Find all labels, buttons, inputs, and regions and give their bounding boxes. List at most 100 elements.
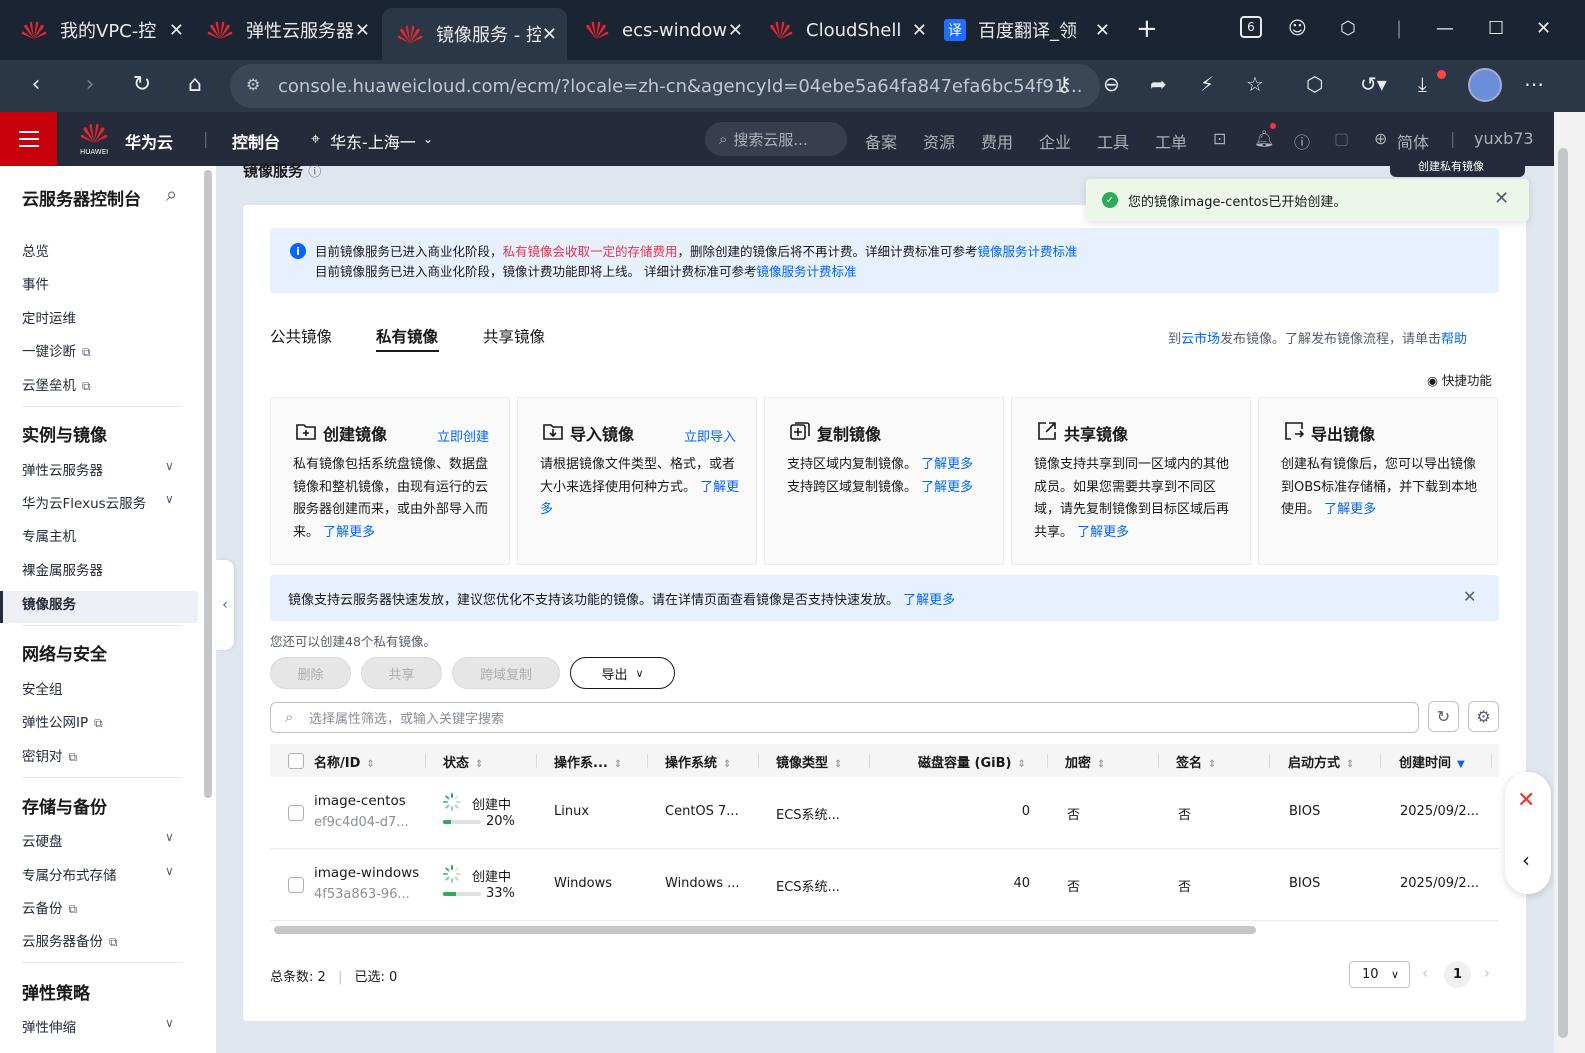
column-header[interactable]: 加密 ⇕ (1065, 752, 1105, 771)
tab-private-images[interactable]: 私有镜像 (376, 325, 438, 347)
sidebar-item-dss[interactable]: 专属分布式存储 (22, 864, 117, 884)
page-number-current[interactable]: 1 (1444, 961, 1471, 988)
history-icon[interactable]: ↺▾ (1360, 72, 1387, 96)
sidebar-item-dedicated-host[interactable]: 专属主机 (22, 525, 76, 545)
close-tab-icon[interactable]: ✕ (728, 20, 743, 41)
learn-more-link[interactable]: 了解更多 (921, 480, 973, 495)
global-search[interactable]: ⌕ 搜索云服... (705, 122, 847, 156)
site-info-icon[interactable]: ⚙ (246, 75, 260, 94)
more-menu-icon[interactable]: ⋯ (1524, 72, 1546, 96)
quick-functions-toggle[interactable]: ◉ 快捷功能 (1427, 370, 1492, 389)
download-icon[interactable]: ⤓ (1418, 72, 1427, 96)
sidebar-item-evs[interactable]: 云硬盘 (22, 830, 63, 850)
sort-icon[interactable]: ⇕ (1097, 759, 1105, 770)
menu-icon[interactable] (0, 112, 57, 166)
close-tab-icon[interactable]: ✕ (912, 20, 927, 41)
nav-item[interactable]: 工具 (1097, 129, 1129, 153)
sidebar-item-flexus[interactable]: 华为云Flexus云服务 (22, 492, 146, 512)
back-icon[interactable]: ‹ (22, 72, 50, 97)
sort-desc-icon[interactable]: ▼ (1457, 759, 1465, 770)
incognito-icon[interactable]: ☺ (1288, 18, 1307, 39)
sidebar-scrollbar[interactable] (204, 170, 212, 798)
brand-name[interactable]: 华为云 (125, 129, 173, 153)
sort-icon[interactable]: ⇕ (366, 759, 374, 770)
sort-icon[interactable]: ⇕ (1017, 759, 1025, 770)
bookmark-star-icon[interactable]: ☆ (1246, 72, 1264, 96)
sidebar-item-bastion[interactable]: 云堡垒机 ⧉ (22, 374, 91, 394)
table-settings-button[interactable]: ⚙ (1468, 701, 1499, 732)
user-menu[interactable]: yuxb73 (1474, 129, 1534, 148)
maximize-icon[interactable]: ☐ (1488, 18, 1504, 39)
extensions-icon[interactable]: ⬡ (1306, 72, 1323, 96)
browser-tab[interactable]: 我的VPC-控 ✕ (6, 8, 194, 52)
close-tab-icon[interactable]: ✕ (542, 24, 557, 45)
close-window-icon[interactable]: ✕ (1536, 18, 1551, 39)
sidebar-item-keypair[interactable]: 密钥对 ⧉ (22, 745, 77, 765)
feedback-icon[interactable]: ▢ (1334, 129, 1349, 148)
sidebar-item-diagnosis[interactable]: 一键诊断 ⧉ (22, 340, 91, 360)
create-private-image-button[interactable]: 创建私有镜像 (1390, 160, 1525, 177)
column-header[interactable]: 名称/ID ⇕ (314, 752, 375, 771)
nav-item[interactable]: 工单 (1155, 129, 1187, 153)
browser-tab-active[interactable]: 镜像服务 - 控 ✕ (382, 8, 567, 60)
column-header[interactable]: 创建时间 ▼ (1399, 752, 1465, 771)
export-button[interactable]: 导出 ∨ (570, 657, 675, 689)
nav-item[interactable]: 费用 (981, 129, 1013, 153)
browser-tab[interactable]: 弹性云服务器 ✕ (192, 8, 380, 52)
sort-icon[interactable]: ⇕ (1346, 759, 1354, 770)
sort-icon[interactable]: ⇕ (475, 759, 483, 770)
browser-tab[interactable]: ecs-window ✕ (568, 8, 753, 52)
search-icon[interactable]: ⌕ (166, 182, 177, 206)
import-now-link[interactable]: 立即导入 (684, 426, 736, 445)
assistant-icon[interactable]: ✕ (1517, 788, 1535, 813)
bell-icon[interactable]: 🔔︎ (1254, 129, 1274, 148)
extension-pin-icon[interactable]: ⬡ (1340, 18, 1356, 39)
share-button[interactable]: 共享 (361, 657, 442, 689)
prev-page-icon[interactable]: ‹ (1422, 964, 1428, 982)
zoom-icon[interactable]: ⊖ (1103, 72, 1120, 96)
url-field[interactable]: ⚙ console.huaweicloud.com/ecm/?locale=zh… (230, 64, 1100, 108)
column-header[interactable]: 启动方式 ⇕ (1288, 752, 1354, 771)
terminal-icon[interactable]: ⊡ (1213, 129, 1226, 148)
password-key-icon[interactable]: ⚷ (1057, 72, 1072, 96)
chevron-down-icon[interactable]: ∨ (165, 864, 174, 878)
sort-icon[interactable]: ⇕ (614, 759, 622, 770)
column-header[interactable]: 状态 ⇕ (443, 752, 483, 771)
learn-more-link[interactable]: 了解更多 (903, 593, 955, 608)
sidebar-item-events[interactable]: 事件 (22, 273, 49, 293)
row-checkbox[interactable] (288, 877, 304, 893)
language-selector[interactable]: 简体 (1397, 129, 1429, 153)
learn-more-link[interactable]: 了解更多 (1077, 525, 1129, 540)
collapse-sidebar-icon[interactable]: ‹ (216, 560, 234, 650)
sidebar-item-autoscaling[interactable]: 弹性伸缩 (22, 1016, 76, 1036)
share-icon[interactable]: ➦ (1150, 72, 1167, 96)
sidebar-item-security-group[interactable]: 安全组 (22, 678, 63, 698)
page-size-select[interactable]: 10 ∨ (1349, 961, 1410, 988)
learn-more-link[interactable]: 了解更多 (323, 525, 375, 540)
home-icon[interactable]: ⌂ (181, 72, 209, 97)
page-scrollbar-thumb[interactable] (1558, 148, 1568, 1038)
console-link[interactable]: 控制台 (232, 129, 280, 153)
help-link[interactable]: 帮助 (1441, 332, 1467, 347)
sidebar-item-image-service[interactable]: 镜像服务 (22, 593, 76, 613)
nav-item[interactable]: 资源 (923, 129, 955, 153)
region-selector[interactable]: 华东-上海一 (330, 129, 416, 153)
table-row[interactable]: image-windows 4f53a863-96... 创建中 33% Win… (270, 849, 1499, 921)
image-name-link[interactable]: image-centos (314, 793, 406, 809)
browser-tab[interactable]: 译 百度翻译_领 ✕ (930, 8, 1120, 52)
create-now-link[interactable]: 立即创建 (437, 426, 489, 445)
chevron-left-icon[interactable]: ‹ (1522, 848, 1530, 872)
sort-icon[interactable]: ⇕ (834, 759, 842, 770)
close-tab-icon[interactable]: ✕ (355, 20, 370, 41)
bolt-icon[interactable]: ⚡ (1200, 72, 1214, 96)
delete-button[interactable]: 删除 (270, 657, 351, 689)
column-header[interactable]: 镜像类型 ⇕ (776, 752, 842, 771)
billing-standard-link[interactable]: 镜像服务计费标准 (756, 264, 856, 279)
row-checkbox[interactable] (288, 805, 304, 821)
sidebar-item-cbr[interactable]: 云备份 ⧉ (22, 897, 77, 917)
learn-more-link[interactable]: 了解更多 (921, 457, 973, 472)
image-name-link[interactable]: image-windows (314, 865, 419, 881)
cross-region-replicate-button[interactable]: 跨域复制 (452, 657, 560, 689)
minimize-icon[interactable]: — (1436, 18, 1454, 39)
billing-standard-link[interactable]: 镜像服务计费标准 (978, 244, 1078, 259)
